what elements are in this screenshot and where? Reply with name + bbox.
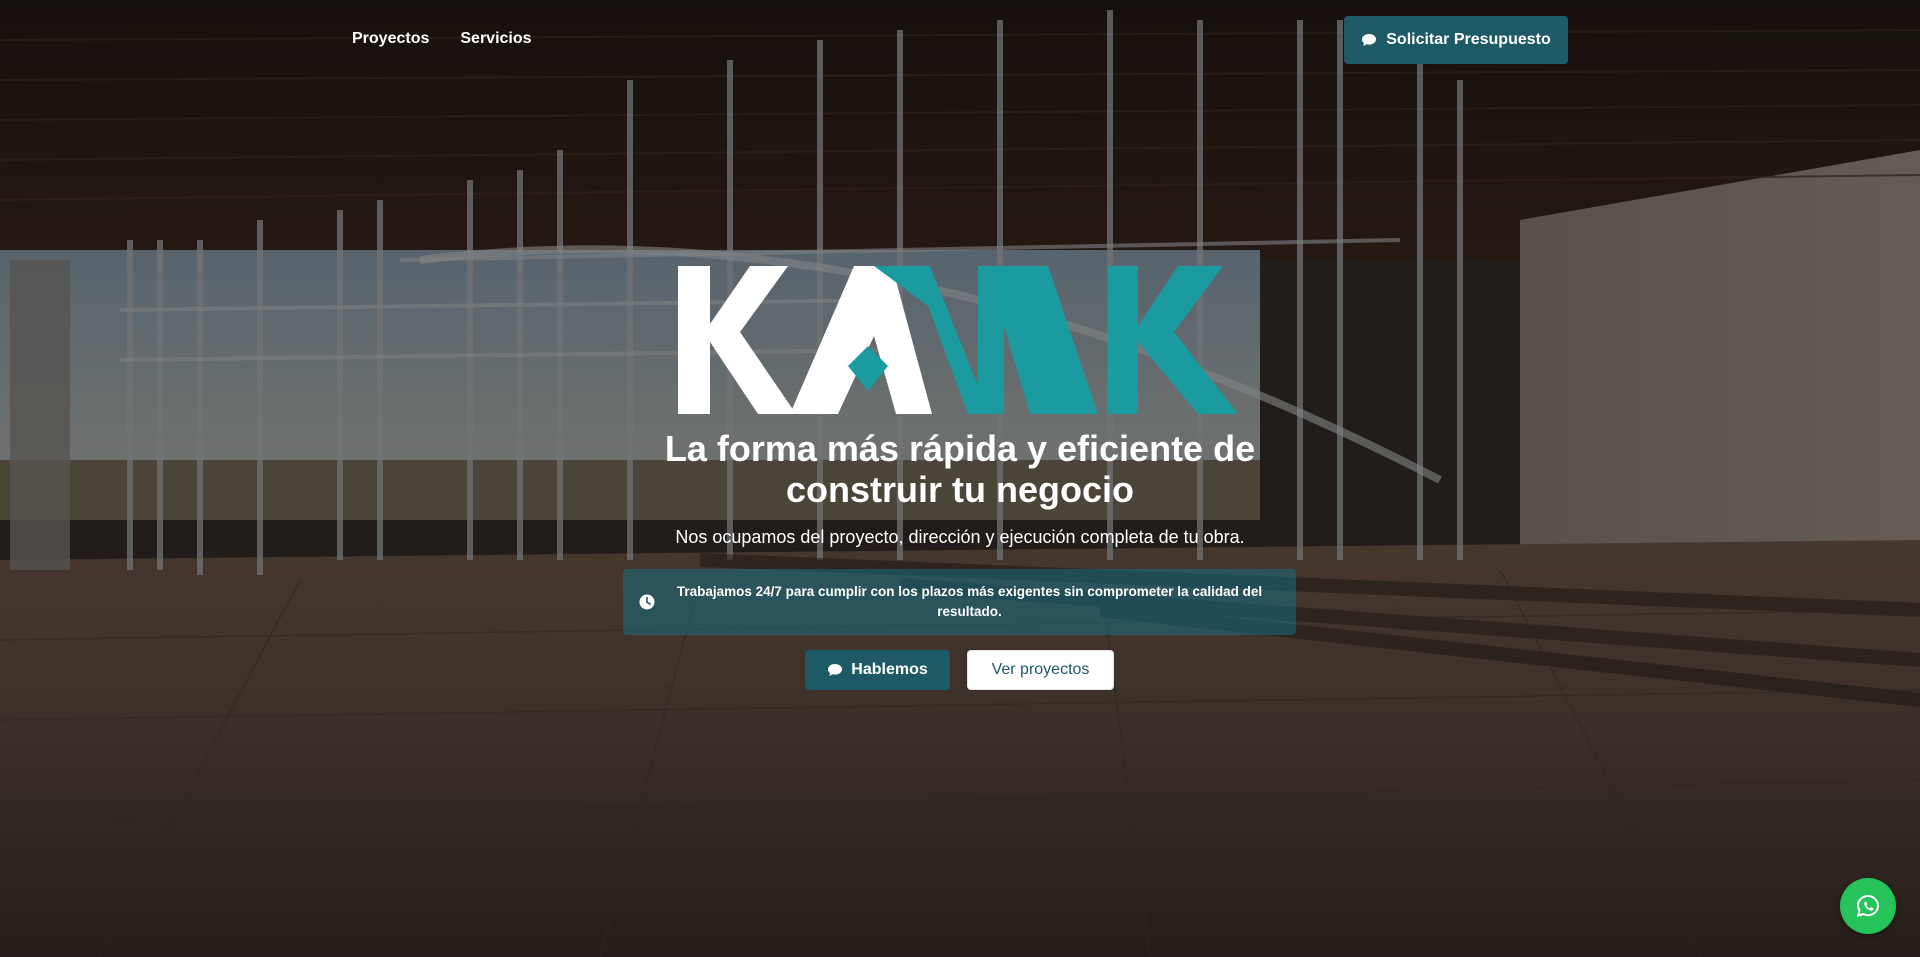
talk-button-label: Hablemos [851,661,928,678]
request-quote-label: Solicitar Presupuesto [1386,31,1551,48]
hero-subheadline: Nos ocupamos del proyecto, dirección y e… [675,527,1245,547]
availability-notice-text: Trabajamos 24/7 para cumplir con los pla… [676,584,1263,619]
main-nav: Proyectos Servicios [352,30,532,48]
talk-button[interactable]: Hablemos [805,650,950,690]
request-quote-button[interactable]: Solicitar Presupuesto [1344,16,1568,64]
whatsapp-icon [1856,894,1880,917]
hero-actions: Hablemos Ver proyectos [805,650,1114,690]
headline-line-1: La forma más rápida y eficiente de [664,428,1256,469]
hero-headline: La forma más rápida y eficiente de const… [560,428,1360,510]
chat-bubble-icon [828,664,843,676]
availability-notice: Trabajamos 24/7 para cumplir con los pla… [623,569,1296,635]
kamak-logo [678,266,1238,414]
nav-link-proyectos[interactable]: Proyectos [352,30,429,48]
view-projects-label: Ver proyectos [991,661,1090,678]
view-projects-button[interactable]: Ver proyectos [967,650,1114,690]
headline-line-2: construir tu negocio [785,469,1134,510]
clock-icon [639,594,655,610]
hero-section: Proyectos Servicios Solicitar Presupuest… [0,0,1920,957]
whatsapp-chat-button[interactable] [1840,878,1896,934]
nav-link-servicios[interactable]: Servicios [460,30,531,48]
chat-bubble-icon [1362,34,1377,46]
